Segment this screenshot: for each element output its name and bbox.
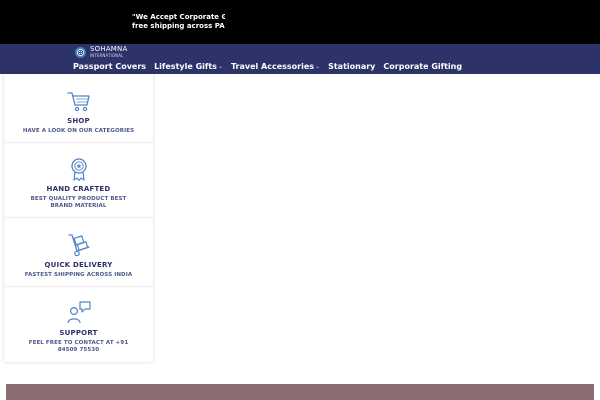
announcement-text: "We Accept Corporate Gifti free shipping… — [132, 13, 225, 31]
feature-shop[interactable]: SHOP HAVE A LOOK ON OUR CATEGORIES — [4, 74, 153, 143]
feature-subtitle: FASTEST SHIPPING ACROSS INDIA — [24, 272, 133, 278]
nav-item-label: Travel Accessories — [230, 62, 315, 71]
feature-title: HAND CRAFTED — [46, 185, 111, 193]
main-navbar: SOHAMNA INTERNATIONAL Passport Covers Li… — [0, 44, 600, 74]
award-badge-icon — [70, 158, 87, 182]
chevron-down-icon: ⌄ — [217, 63, 223, 70]
nav-item-label: Stationary — [328, 62, 376, 71]
announcement-bar: "We Accept Corporate Gifti free shipping… — [0, 0, 600, 44]
nav-item-passport-covers[interactable]: Passport Covers — [73, 62, 146, 71]
announcement-line-2: free shipping across PAN Ir — [132, 22, 225, 30]
nav-item-lifestyle-gifts[interactable]: Lifestyle Gifts ⌄ — [154, 62, 223, 71]
brand-name: SOHAMNA — [90, 45, 128, 53]
feature-quick-delivery[interactable]: QUICK DELIVERY FASTEST SHIPPING ACROSS I… — [4, 218, 153, 287]
announcement-line-1: "We Accept Corporate Gifti — [132, 13, 225, 21]
nav-item-travel-accessories[interactable]: Travel Accessories ⌄ — [231, 62, 320, 71]
feature-title: SHOP — [67, 117, 90, 125]
nav-menu: Passport Covers Lifestyle Gifts ⌄ Travel… — [73, 61, 470, 72]
nav-item-corporate-gifting[interactable]: Corporate Gifting — [383, 62, 462, 71]
brand-wordmark: SOHAMNA INTERNATIONAL — [90, 46, 127, 58]
feature-subtitle: BEST QUALITY PRODUCT BEST BRAND MATERIAL — [30, 196, 127, 209]
hand-truck-icon — [67, 234, 90, 257]
brand-logo[interactable]: SOHAMNA INTERNATIONAL — [75, 46, 127, 58]
shopping-cart-icon — [66, 92, 90, 112]
nav-item-label: Lifestyle Gifts — [154, 62, 217, 71]
feature-subtitle: FEEL FREE TO CONTACT AT +91 84509 75530 — [28, 340, 129, 353]
brand-subtitle: INTERNATIONAL — [90, 53, 124, 58]
globe-logo-icon — [75, 46, 86, 58]
feature-subtitle: HAVE A LOOK ON OUR CATEGORIES — [22, 128, 135, 134]
feature-title: SUPPORT — [59, 329, 98, 337]
nav-item-label: Corporate Gifting — [383, 62, 463, 71]
nav-item-stationary[interactable]: Stationary — [328, 62, 375, 71]
nav-item-label: Passport Covers — [73, 62, 147, 71]
feature-hand-crafted[interactable]: HAND CRAFTED BEST QUALITY PRODUCT BEST B… — [4, 143, 153, 218]
hero-banner-strip — [6, 384, 594, 400]
chevron-down-icon: ⌄ — [315, 63, 321, 70]
feature-title: QUICK DELIVERY — [44, 261, 113, 269]
feature-support[interactable]: SUPPORT FEEL FREE TO CONTACT AT +91 8450… — [4, 287, 153, 362]
features-panel: SHOP HAVE A LOOK ON OUR CATEGORIES HAND … — [4, 74, 153, 362]
support-chat-icon — [66, 301, 91, 324]
